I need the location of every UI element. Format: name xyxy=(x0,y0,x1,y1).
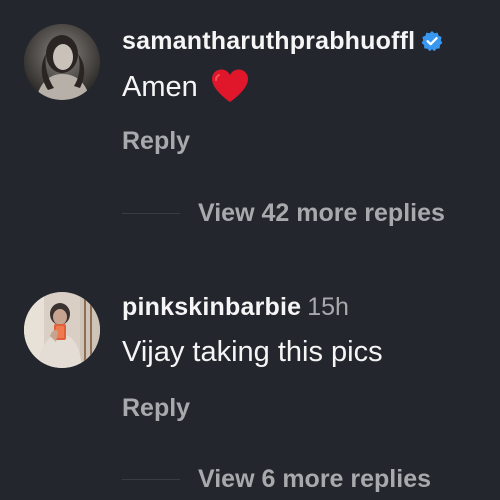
view-replies-label: View 6 more replies xyxy=(198,465,431,493)
username-line: samantharuthprabhuoffl xyxy=(122,26,443,59)
username-line: pinkskinbarbie 15h xyxy=(122,292,349,322)
heart-icon xyxy=(210,68,250,113)
reply-button[interactable]: Reply xyxy=(122,126,190,156)
avatar[interactable] xyxy=(24,24,100,100)
comment-item: samantharuthprabhuoffl Amen Reply View 4… xyxy=(0,0,500,260)
comment-text: Amen xyxy=(122,68,250,113)
avatar[interactable] xyxy=(24,292,100,368)
view-replies-button[interactable]: View 42 more replies xyxy=(122,198,445,228)
verified-badge-icon xyxy=(421,29,443,59)
comment-body: Amen xyxy=(122,71,198,103)
view-replies-button[interactable]: View 6 more replies xyxy=(122,464,431,494)
timestamp: 15h xyxy=(307,293,349,321)
divider-line xyxy=(122,212,180,214)
comment-body: Vijay taking this pics xyxy=(122,336,383,368)
comment-text: Vijay taking this pics xyxy=(122,334,383,370)
reply-button[interactable]: Reply xyxy=(122,393,190,423)
comment-item: pinkskinbarbie 15h Vijay taking this pics… xyxy=(0,260,500,500)
username[interactable]: pinkskinbarbie xyxy=(122,293,301,321)
divider-line xyxy=(122,478,180,480)
view-replies-label: View 42 more replies xyxy=(198,199,445,227)
username[interactable]: samantharuthprabhuoffl xyxy=(122,27,415,55)
